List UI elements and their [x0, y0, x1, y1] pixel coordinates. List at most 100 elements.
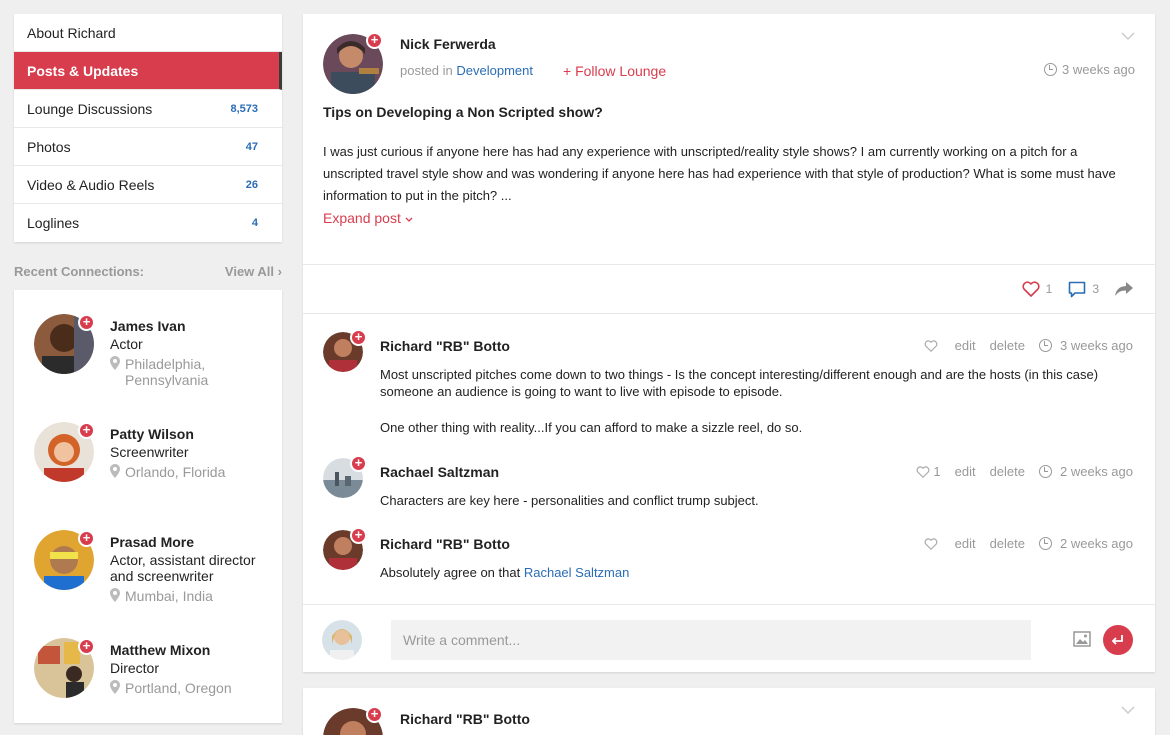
- connection-role: Screenwriter: [110, 444, 189, 460]
- delete-comment-button[interactable]: delete: [990, 536, 1025, 551]
- nav-item-label: Loglines: [27, 215, 80, 231]
- heart-icon: [1022, 281, 1040, 297]
- comment-paragraph: Characters are key here - personalities …: [380, 493, 759, 508]
- comment-button[interactable]: 3: [1068, 281, 1099, 298]
- connection-location: Orlando, Florida: [110, 464, 282, 480]
- nav-item-label: Video & Audio Reels: [27, 176, 155, 193]
- location-pin-icon: [110, 588, 120, 602]
- connection-item[interactable]: + Matthew Mixon Director Portland, Orego…: [14, 638, 282, 735]
- posted-in: posted in Development: [400, 63, 533, 78]
- chevron-down-icon: [405, 217, 413, 222]
- nav-item-label: Photos: [27, 138, 71, 155]
- comment-icon: [1069, 281, 1086, 297]
- comment-time: 2 weeks ago: [1039, 536, 1133, 551]
- comment-time: 2 weeks ago: [1039, 464, 1133, 479]
- delete-comment-button[interactable]: delete: [990, 464, 1025, 479]
- follow-lounge-button[interactable]: + Follow Lounge: [563, 63, 666, 79]
- view-all-link[interactable]: View All ›: [225, 264, 282, 280]
- post-author[interactable]: Nick Ferwerda: [400, 36, 496, 52]
- clock-icon: [1039, 537, 1052, 550]
- connection-item[interactable]: + Patty Wilson Screenwriter Orlando, Flo…: [14, 422, 282, 530]
- nav-item-lounge-discussions[interactable]: Lounge Discussions 8,573: [14, 90, 282, 128]
- nav-item-loglines[interactable]: Loglines 4: [14, 204, 282, 242]
- edit-comment-button[interactable]: edit: [955, 338, 976, 353]
- expand-post-label: Expand post: [323, 210, 401, 226]
- delete-comment-button[interactable]: delete: [990, 338, 1025, 353]
- comment-like-button[interactable]: [924, 339, 941, 352]
- connection-name[interactable]: Patty Wilson: [110, 422, 282, 442]
- follow-plus-icon[interactable]: +: [350, 527, 367, 544]
- comment-meta: edit delete 3 weeks ago: [924, 338, 1133, 353]
- connection-location: Philadelphia, Pennsylvania: [110, 356, 282, 388]
- post-author[interactable]: Richard "RB" Botto: [400, 711, 530, 727]
- connection-role: Actor, assistant director and screenwrit…: [110, 552, 256, 584]
- clock-icon: [1039, 339, 1052, 352]
- location-pin-icon: [110, 464, 120, 478]
- comment-time-text: 3 weeks ago: [1060, 338, 1133, 353]
- nav-item-about[interactable]: About Richard: [14, 14, 282, 52]
- comment-text-prefix: Absolutely agree on that: [380, 565, 521, 580]
- follow-plus-icon[interactable]: +: [366, 32, 383, 49]
- connection-role: Actor: [110, 336, 143, 352]
- recent-connections-header: Recent Connections: View All ›: [14, 264, 282, 280]
- comment-time: 3 weeks ago: [1039, 338, 1133, 353]
- post-time: 3 weeks ago: [1044, 62, 1135, 77]
- nav-item-posts-updates[interactable]: Posts & Updates: [14, 52, 282, 90]
- avatar: [322, 620, 362, 660]
- connection-name[interactable]: Prasad More: [110, 530, 282, 550]
- follow-plus-icon[interactable]: +: [350, 455, 367, 472]
- post-header: + Nick Ferwerda posted in Development + …: [303, 14, 1155, 264]
- follow-plus-icon[interactable]: +: [78, 314, 95, 331]
- clock-icon: [1044, 63, 1057, 76]
- comment-list: + Richard "RB" Botto edit delete 3 weeks…: [303, 314, 1155, 602]
- comment-like-button[interactable]: 1: [916, 464, 941, 479]
- heart-icon: [916, 465, 930, 478]
- image-upload-icon[interactable]: [1073, 631, 1091, 647]
- edit-comment-button[interactable]: edit: [955, 464, 976, 479]
- post-title: Tips on Developing a Non Scripted show?: [323, 104, 603, 120]
- comment-item: + Rachael Saltzman 1 edit delete 2 weeks…: [303, 455, 1155, 530]
- chevron-right-icon: ›: [277, 264, 282, 279]
- follow-plus-icon[interactable]: +: [366, 706, 383, 723]
- connection-item[interactable]: + James Ivan Actor Philadelphia, Pennsyl…: [14, 314, 282, 422]
- connection-location-text: Philadelphia, Pennsylvania: [125, 356, 209, 388]
- connection-name[interactable]: James Ivan: [110, 314, 282, 334]
- share-button[interactable]: [1115, 282, 1133, 296]
- like-button[interactable]: 1: [1022, 281, 1052, 297]
- nav-item-video-audio-reels[interactable]: Video & Audio Reels 26: [14, 166, 282, 204]
- connection-location: Mumbai, India: [110, 588, 282, 604]
- comment-paragraph: One other thing with reality...If you ca…: [380, 420, 803, 435]
- location-pin-icon: [110, 680, 120, 694]
- heart-icon: [924, 537, 938, 550]
- clock-icon: [1039, 465, 1052, 478]
- connection-role: Director: [110, 660, 160, 676]
- nav-item-photos[interactable]: Photos 47: [14, 128, 282, 166]
- send-comment-button[interactable]: [1103, 625, 1133, 655]
- follow-plus-icon[interactable]: +: [78, 422, 95, 439]
- follow-plus-icon[interactable]: +: [78, 530, 95, 547]
- connection-location-text: Orlando, Florida: [125, 464, 226, 480]
- comment-input[interactable]: [391, 620, 1031, 660]
- nav-item-count: 47: [245, 140, 258, 153]
- expand-post-link[interactable]: Expand post: [323, 210, 413, 226]
- post-category-link[interactable]: Development: [456, 63, 533, 78]
- connection-name[interactable]: Matthew Mixon: [110, 638, 282, 658]
- recent-connections-heading: Recent Connections:: [14, 264, 145, 279]
- connection-location-text: Portland, Oregon: [125, 680, 232, 696]
- comment-text: Absolutely agree on that Rachael Saltzma…: [380, 564, 1120, 581]
- chevron-down-icon[interactable]: [1121, 29, 1135, 43]
- follow-plus-icon[interactable]: +: [350, 329, 367, 346]
- comment-like-count: 1: [933, 464, 941, 479]
- mention-link[interactable]: Rachael Saltzman: [524, 565, 630, 580]
- post-time-text: 3 weeks ago: [1062, 62, 1135, 77]
- comment-item: + Richard "RB" Botto edit delete 2 weeks…: [303, 527, 1155, 602]
- comment-meta: edit delete 2 weeks ago: [924, 536, 1133, 551]
- chevron-down-icon[interactable]: [1121, 703, 1135, 717]
- share-arrow-icon: [1115, 282, 1133, 296]
- follow-plus-icon[interactable]: +: [78, 638, 95, 655]
- post-actions: 1 3: [303, 264, 1155, 314]
- edit-comment-button[interactable]: edit: [955, 536, 976, 551]
- connection-item[interactable]: + Prasad More Actor, assistant director …: [14, 530, 282, 638]
- comment-like-button[interactable]: [924, 537, 941, 550]
- connection-location-text: Mumbai, India: [125, 588, 213, 604]
